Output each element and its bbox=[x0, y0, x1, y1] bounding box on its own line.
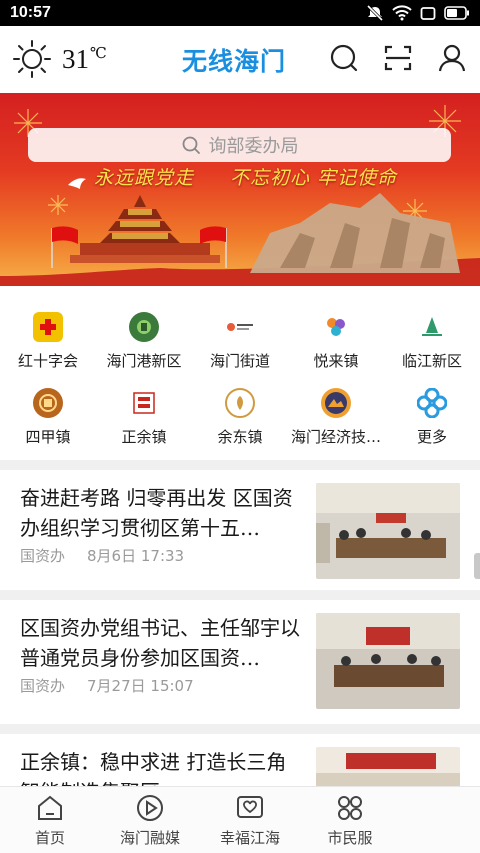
heart-icon bbox=[237, 796, 263, 818]
news-meta: 国资办 7月27日 15:07 bbox=[20, 675, 216, 696]
quick-link-zhengyu[interactable]: 正余镇 bbox=[96, 382, 192, 452]
search-placeholder: 询部委办局 bbox=[208, 136, 299, 157]
linjiang-district-icon bbox=[417, 312, 447, 342]
news-thumbnail bbox=[316, 747, 460, 787]
temperature-value: 31 bbox=[62, 43, 89, 74]
quick-link-label: 正余镇 bbox=[121, 428, 167, 446]
banner-slogan-left: 永远跟党走 bbox=[94, 167, 195, 189]
temperature: 31 ℃ bbox=[62, 44, 107, 75]
news-date: 7月27日 15:07 bbox=[87, 677, 194, 695]
news-source: 国资办 bbox=[20, 547, 66, 565]
home-icon bbox=[38, 795, 62, 820]
quick-link-economic-zone[interactable]: 海门经济技… bbox=[288, 382, 384, 452]
quick-link-more[interactable]: 更多 bbox=[384, 382, 480, 452]
news-item[interactable]: 区国资办党组书记、主任邹宇以普通党员身份参加区国资… 国资办 7月27日 15:0… bbox=[0, 613, 480, 733]
section-divider bbox=[0, 460, 480, 470]
battery-icon bbox=[444, 6, 469, 20]
tab-happy-jianghai[interactable]: 幸福江海 bbox=[200, 787, 300, 853]
temperature-unit: ℃ bbox=[90, 45, 107, 62]
news-meta: 国资办 8月6日 17:33 bbox=[20, 545, 206, 566]
sim-icon bbox=[420, 7, 436, 20]
red-cross-icon bbox=[33, 312, 63, 342]
tab-media[interactable]: 海门融媒 bbox=[100, 787, 200, 853]
header-actions bbox=[328, 42, 468, 74]
search-icon bbox=[182, 136, 200, 154]
tab-label: 海门融媒 bbox=[119, 829, 180, 847]
news-date: 8月6日 17:33 bbox=[87, 547, 185, 565]
quick-link-sijia[interactable]: 四甲镇 bbox=[0, 382, 96, 452]
economic-zone-icon bbox=[321, 388, 351, 418]
quick-link-label: 临江新区 bbox=[401, 352, 462, 370]
news-title: 正余镇：稳中求进 打造长三角智能制造集聚区 bbox=[20, 750, 287, 787]
news-title: 奋进赶考路 归零再出发 区国资办组织学习贯彻区第十五… bbox=[20, 486, 293, 540]
quick-link-label: 悦来镇 bbox=[313, 352, 359, 370]
status-time: 10:57 bbox=[10, 4, 51, 21]
quick-link-red-cross[interactable]: 红十字会 bbox=[0, 306, 96, 376]
banner[interactable]: 询部委办局 永远跟党走 不忘初心 牢记使命 bbox=[0, 93, 480, 286]
banner-slogan-right: 不忘初心 牢记使命 bbox=[230, 167, 398, 189]
status-icons bbox=[366, 5, 470, 21]
scan-icon bbox=[384, 45, 412, 71]
section-divider bbox=[0, 590, 480, 600]
scan-button[interactable] bbox=[382, 42, 414, 74]
quick-links-grid: 红十字会 海门港新区 海门街道 悦来镇 临江新区 四甲镇 正余镇 余东镇 海门经… bbox=[0, 300, 480, 450]
tab-home[interactable]: 首页 bbox=[0, 787, 100, 853]
quick-link-label: 四甲镇 bbox=[25, 428, 71, 446]
weather-widget[interactable]: 31 ℃ bbox=[12, 39, 107, 79]
app-header: 31 ℃ 无线海门 bbox=[0, 26, 480, 92]
news-thumbnail bbox=[316, 483, 460, 579]
yudong-town-icon bbox=[225, 388, 255, 418]
quick-link-yuelai[interactable]: 悦来镇 bbox=[288, 306, 384, 376]
sijia-town-icon bbox=[33, 388, 63, 418]
news-thumbnail bbox=[316, 613, 460, 709]
scroll-handle[interactable] bbox=[474, 553, 480, 579]
app-logo: 无线海门 bbox=[182, 47, 287, 76]
search-button[interactable] bbox=[328, 42, 360, 74]
yuelai-town-icon bbox=[321, 312, 351, 342]
news-item[interactable]: 奋进赶考路 归零再出发 区国资办组织学习贯彻区第十五… 国资办 8月6日 17:3… bbox=[0, 483, 480, 603]
tab-label: 首页 bbox=[34, 829, 65, 847]
quick-link-label: 更多 bbox=[416, 428, 447, 446]
street-office-icon bbox=[225, 312, 255, 342]
sun-icon bbox=[13, 40, 51, 78]
quick-link-haimen-port[interactable]: 海门港新区 bbox=[96, 306, 192, 376]
zhengyu-town-icon bbox=[129, 388, 159, 418]
bottom-nav: 首页 海门融媒 幸福江海 市民服 bbox=[0, 786, 480, 853]
quick-link-linjiang[interactable]: 临江新区 bbox=[384, 306, 480, 376]
search-input[interactable]: 询部委办局 bbox=[28, 128, 451, 162]
search-icon bbox=[330, 44, 358, 72]
mute-icon bbox=[366, 5, 384, 21]
quick-link-label: 余东镇 bbox=[217, 428, 263, 446]
more-icon bbox=[417, 388, 447, 418]
news-title: 区国资办党组书记、主任邹宇以普通党员身份参加区国资… bbox=[20, 616, 300, 670]
quick-link-yudong[interactable]: 余东镇 bbox=[192, 382, 288, 452]
quick-link-label: 海门港新区 bbox=[106, 352, 182, 370]
wifi-icon bbox=[392, 5, 412, 21]
tab-label: 幸福江海 bbox=[219, 829, 280, 847]
port-district-icon bbox=[129, 312, 159, 342]
tab-label: 市民服 bbox=[327, 829, 373, 847]
user-icon bbox=[438, 44, 466, 72]
quick-link-label: 海门街道 bbox=[209, 352, 270, 370]
tab-citizen-services[interactable]: 市民服 bbox=[300, 787, 400, 853]
news-source: 国资办 bbox=[20, 677, 66, 695]
services-icon bbox=[338, 796, 362, 820]
quick-link-haimen-street[interactable]: 海门街道 bbox=[192, 306, 288, 376]
quick-link-label: 红十字会 bbox=[17, 352, 78, 370]
status-bar: 10:57 bbox=[0, 0, 480, 26]
section-divider bbox=[0, 724, 480, 734]
media-icon bbox=[137, 795, 163, 821]
profile-button[interactable] bbox=[436, 42, 468, 74]
news-item[interactable]: 正余镇：稳中求进 打造长三角智能制造集聚区 bbox=[0, 747, 480, 787]
quick-link-label: 海门经济技… bbox=[290, 428, 381, 446]
